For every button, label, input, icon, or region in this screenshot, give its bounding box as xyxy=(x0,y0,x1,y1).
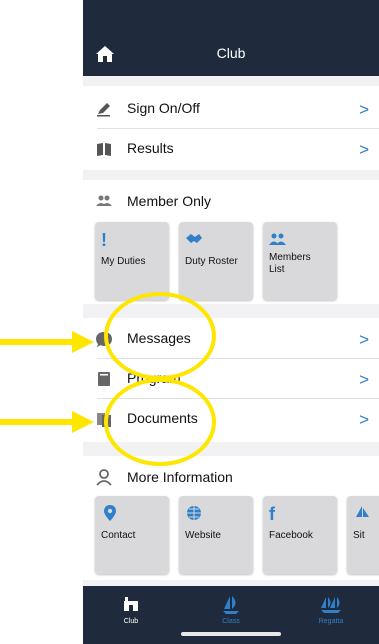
members-list-label: Members List xyxy=(269,252,311,275)
facebook-label: Facebook xyxy=(269,530,313,541)
facebook-tile[interactable]: f Facebook xyxy=(263,496,337,574)
program-row[interactable]: Program > xyxy=(83,360,379,398)
chevron-right-icon: > xyxy=(359,370,369,389)
app-screen: Club Sign On/Off > Results > Member Only xyxy=(83,0,379,644)
site-label: Sit xyxy=(353,530,365,541)
group-icon xyxy=(96,195,112,206)
home-indicator xyxy=(181,632,281,636)
book-icon xyxy=(97,143,111,156)
divider xyxy=(97,358,379,359)
divider xyxy=(97,398,379,399)
members-list-tile[interactable]: Members List xyxy=(263,222,337,300)
tab-club-label: Club xyxy=(123,618,139,625)
sailboat-icon xyxy=(356,506,369,517)
messages-row[interactable]: Messages > xyxy=(83,320,379,358)
documents-row[interactable]: Documents > xyxy=(83,400,379,438)
chevron-right-icon: > xyxy=(359,140,369,159)
website-label: Website xyxy=(185,530,221,541)
member-tiles: ! My Duties Duty Roster Members List xyxy=(83,222,379,300)
program-label: Program xyxy=(127,370,181,386)
member-only-card: Member Only ! My Duties Duty Roster Memb… xyxy=(83,180,379,304)
handshake-icon xyxy=(186,234,202,243)
my-duties-label: My Duties xyxy=(101,256,146,267)
person-icon xyxy=(96,469,112,486)
members-icon xyxy=(269,233,286,245)
duty-roster-label: Duty Roster xyxy=(185,256,238,267)
more-information-title: More Information xyxy=(127,469,233,485)
regatta-icon xyxy=(321,597,341,613)
sail-icon xyxy=(223,596,239,614)
page-title: Club xyxy=(216,45,246,61)
tab-class-label: Class xyxy=(222,618,240,625)
exclamation-icon: ! xyxy=(101,230,107,250)
messages-label: Messages xyxy=(127,330,191,346)
tab-regatta-label: Regatta xyxy=(318,618,344,625)
pencil-icon xyxy=(97,103,110,117)
results-label: Results xyxy=(127,140,174,156)
member-only-title: Member Only xyxy=(127,193,212,209)
top-navigation-bar: Club xyxy=(83,0,379,76)
info-menu-card: Messages > Program > Documents > xyxy=(83,318,379,442)
documents-label: Documents xyxy=(127,410,198,426)
website-tile[interactable]: Website xyxy=(179,496,253,574)
duty-roster-tile[interactable]: Duty Roster xyxy=(179,222,253,300)
program-icon xyxy=(98,372,110,386)
account-menu-card: Sign On/Off > Results > xyxy=(83,86,379,170)
my-duties-tile[interactable]: ! My Duties xyxy=(95,222,169,300)
contact-tile[interactable]: Contact xyxy=(95,496,169,574)
club-icon xyxy=(124,597,138,611)
tab-class[interactable]: Class xyxy=(201,594,261,625)
chevron-right-icon: > xyxy=(359,410,369,429)
arrow-documents-icon xyxy=(0,411,94,433)
chevron-right-icon: > xyxy=(359,330,369,349)
chevron-right-icon: > xyxy=(359,100,369,119)
arrow-messages-icon xyxy=(0,331,94,353)
location-pin-icon xyxy=(104,505,116,521)
documents-icon xyxy=(97,413,111,427)
chat-bubble-icon xyxy=(96,332,112,347)
sign-on-off-label: Sign On/Off xyxy=(127,100,200,116)
tab-club[interactable]: Club xyxy=(101,594,161,625)
divider xyxy=(97,128,379,129)
facebook-icon: f xyxy=(269,504,275,524)
contact-label: Contact xyxy=(101,530,136,541)
site-tile[interactable]: Sit xyxy=(347,496,379,574)
globe-icon xyxy=(187,506,201,520)
results-row[interactable]: Results > xyxy=(83,130,379,168)
info-tiles: Contact Website f Facebook Sit xyxy=(83,496,379,574)
tab-regatta[interactable]: Regatta xyxy=(301,594,361,625)
more-information-card: More Information Contact Website f Faceb… xyxy=(83,456,379,580)
sign-on-off-row[interactable]: Sign On/Off > xyxy=(83,90,379,128)
